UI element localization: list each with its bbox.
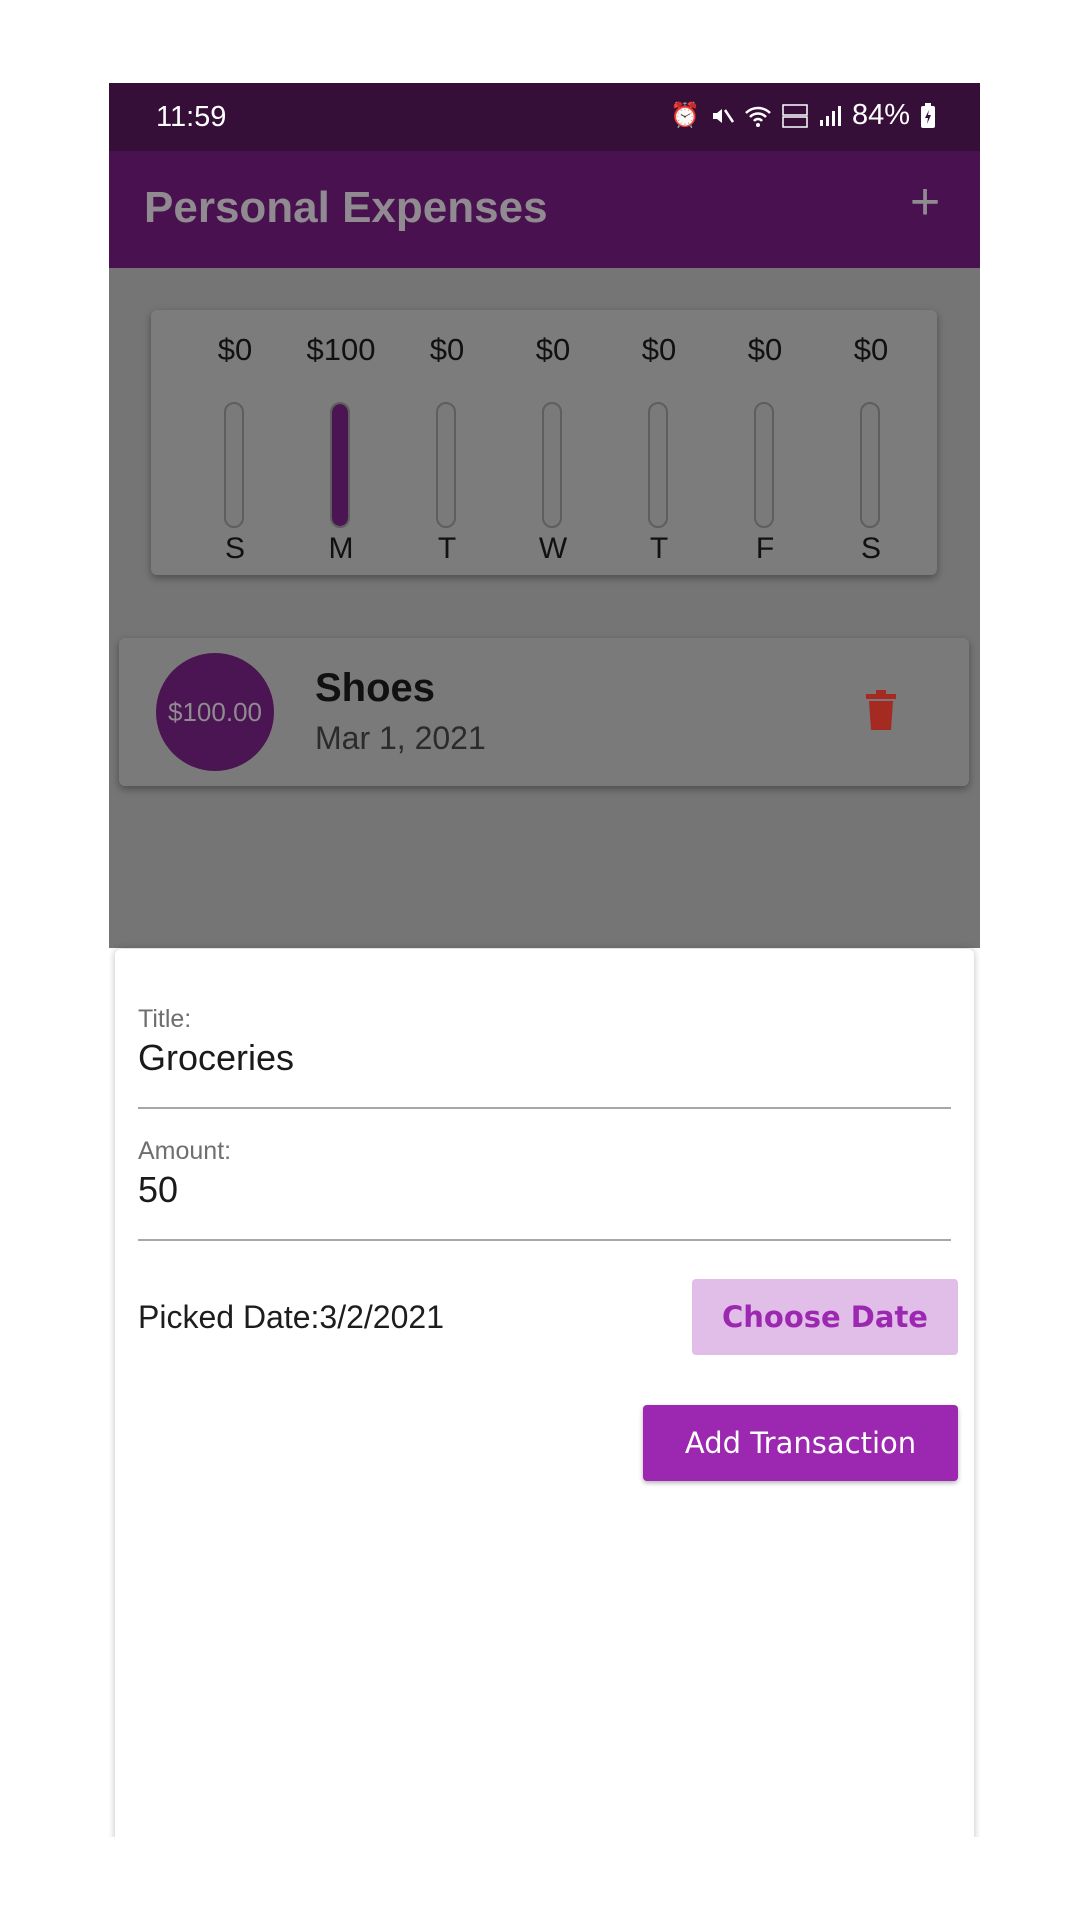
volte-icon [782,103,808,128]
bar-amount-label: $0 [535,332,571,367]
chart-bar [648,402,668,528]
bar-day-label: T [649,532,669,565]
amount-input[interactable] [138,1167,951,1213]
status-time: 11:59 [156,101,227,133]
add-transaction-button[interactable]: Add Transaction [643,1405,958,1481]
transaction-amount-avatar: $100.00 [156,653,274,771]
status-bar: 11:59 ⏰ 84% [109,83,980,151]
chart-bar-column: $0 T [394,332,500,565]
chart-bar-column: $0 W [500,332,606,565]
choose-date-button[interactable]: Choose Date [692,1279,958,1355]
title-label: Title: [138,1005,192,1033]
bar-amount-label: $0 [853,332,889,367]
picked-date-text: Picked Date:3/2/2021 [138,1299,444,1335]
weekly-chart-card: $0 S $100 M $0 T $0 W $0 T $0 F $0 S [151,310,937,575]
new-transaction-sheet: Title: Amount: Picked Date:3/2/2021 Choo… [115,949,974,1837]
bar-day-label: W [538,532,568,565]
chart-bar-column: $0 T [606,332,712,565]
chart-bar [542,402,562,528]
bar-amount-label: $0 [641,332,677,367]
bar-amount-label: $100 [306,332,376,367]
chart-bar [754,402,774,528]
transaction-title: Shoes [315,666,436,710]
transaction-item: $100.00 Shoes Mar 1, 2021 [119,638,969,786]
chart-bar-column: $100 M [288,332,394,565]
status-icons: ⏰ 84% [670,99,936,132]
chart-bar [860,402,880,528]
signal-icon [819,105,841,126]
title-input[interactable] [138,1035,951,1081]
plus-icon[interactable]: + [900,176,950,228]
bar-day-label: T [437,532,457,565]
amount-underline [138,1239,951,1241]
wifi-icon [745,106,771,127]
app-title: Personal Expenses [144,183,548,232]
bar-day-label: F [755,532,775,565]
transaction-amount: $100.00 [168,696,262,727]
trash-icon[interactable] [866,690,896,730]
chart-bar [436,402,456,528]
bar-day-label: S [860,532,881,565]
bar-day-label: S [224,532,245,565]
battery-percent: 84% [851,99,910,131]
chart-bar [224,402,244,528]
transaction-date: Mar 1, 2021 [315,720,486,756]
bar-amount-label: $0 [217,332,253,367]
chart-bar-fill [332,404,348,526]
bar-amount-label: $0 [429,332,465,367]
alarm-icon: ⏰ [670,102,700,129]
chart-bar-column: $0 S [182,332,288,565]
bar-day-label: M [328,532,354,565]
title-underline [138,1107,951,1109]
mute-icon [712,108,734,123]
chart-bar-column: $0 S [818,332,924,565]
battery-icon [921,102,935,128]
bar-amount-label: $0 [747,332,783,367]
app-bar: Personal Expenses + [109,151,980,268]
amount-label: Amount: [138,1137,232,1165]
chart-bar [330,402,350,528]
phone-screen: 11:59 ⏰ 84% Personal Expenses + $0 S $10… [109,83,980,1837]
chart-bar-column: $0 F [712,332,818,565]
